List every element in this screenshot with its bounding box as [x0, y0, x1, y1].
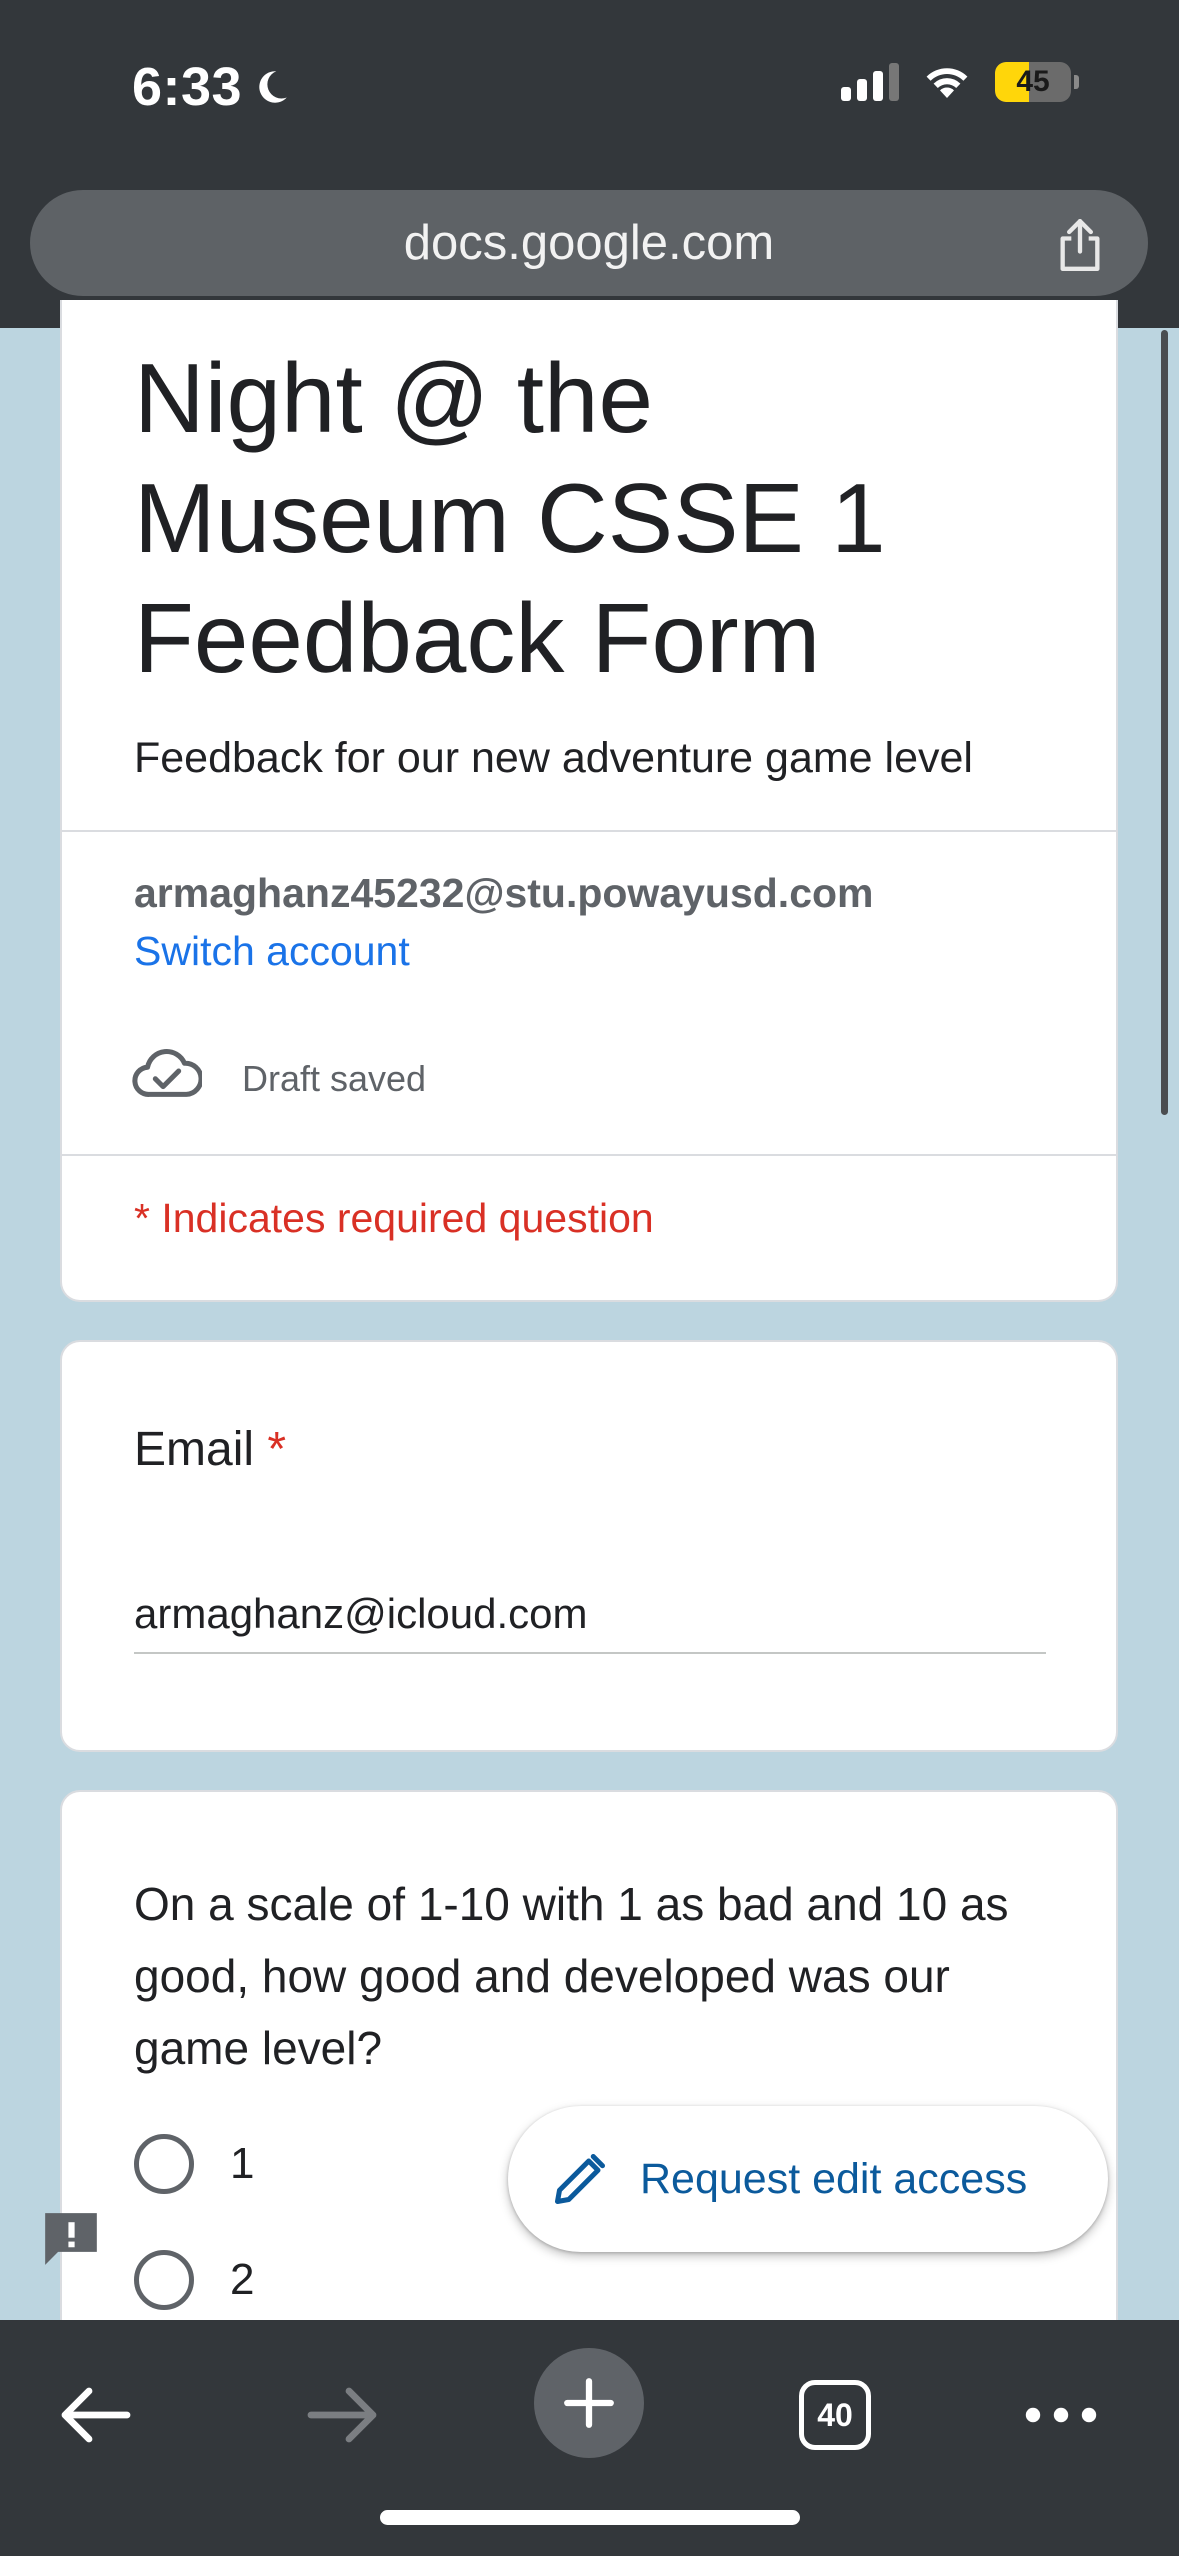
tab-count: 40 — [799, 2380, 871, 2450]
status-time: 6:33 — [132, 56, 292, 118]
radio-option-label: 2 — [230, 2255, 255, 2304]
divider — [62, 1154, 1116, 1156]
email-question-label: Email * — [134, 1422, 286, 1477]
browser-top-chrome: 6:33 45 docs.google.com — [0, 0, 1179, 328]
more-menu-button[interactable] — [1006, 2360, 1116, 2470]
form-description: Feedback for our new adventure game leve… — [134, 734, 973, 782]
form-header-card: Night @ the Museum CSSE 1 Feedback Form … — [60, 300, 1118, 1302]
back-arrow-icon — [61, 2387, 131, 2443]
page-scrollbar[interactable] — [1161, 330, 1168, 1115]
back-button[interactable] — [40, 2360, 150, 2470]
wifi-icon — [926, 68, 968, 98]
email-label-text: Email — [134, 1423, 255, 1476]
required-question-note: * Indicates required question — [134, 1195, 654, 1241]
email-field-underline — [134, 1652, 1046, 1654]
share-icon[interactable] — [1054, 216, 1106, 274]
home-indicator[interactable] — [380, 2510, 800, 2525]
status-time-text: 6:33 — [132, 57, 243, 117]
url-text[interactable]: docs.google.com — [30, 190, 1148, 296]
divider — [62, 830, 1116, 832]
new-tab-button[interactable] — [534, 2348, 644, 2458]
cloud-check-icon — [132, 1049, 202, 1097]
status-indicators: 45 — [841, 62, 1079, 102]
draft-status: Draft saved — [242, 1058, 427, 1099]
moon-icon — [259, 71, 287, 103]
battery-body: 45 — [995, 62, 1071, 102]
forward-button[interactable] — [288, 2360, 398, 2470]
forward-arrow-icon — [307, 2387, 377, 2443]
address-bar[interactable]: docs.google.com — [30, 190, 1148, 296]
request-edit-access-button[interactable]: Request edit access — [508, 2106, 1108, 2252]
switch-account-link[interactable]: Switch account — [134, 928, 410, 975]
radio-option-2[interactable]: 2 — [134, 2250, 254, 2310]
radio-option-1[interactable]: 1 — [134, 2134, 254, 2194]
request-edit-access-label: Request edit access — [640, 2154, 1028, 2203]
required-asterisk: * — [267, 1423, 287, 1476]
battery-indicator: 45 — [995, 62, 1079, 102]
radio-button[interactable] — [134, 2134, 194, 2194]
tab-switcher-button[interactable]: 40 — [780, 2360, 890, 2470]
battery-level: 45 — [1016, 65, 1050, 98]
more-dots-icon — [1025, 2407, 1097, 2423]
battery-cap — [1074, 75, 1079, 89]
report-feedback-icon[interactable] — [40, 2208, 102, 2270]
plus-icon — [564, 2378, 614, 2428]
email-field[interactable]: armaghanz@icloud.com — [134, 1590, 588, 1638]
account-email: armaghanz45232@stu.powayusd.com — [134, 870, 874, 916]
radio-option-label: 1 — [230, 2139, 255, 2188]
cellular-signal-icon — [841, 63, 899, 101]
pencil-icon — [555, 2154, 605, 2204]
scale-question-text: On a scale of 1-10 with 1 as bad and 10 … — [134, 1878, 1009, 2074]
form-title: Night @ the Museum CSSE 1 Feedback Form — [134, 343, 886, 693]
radio-button[interactable] — [134, 2250, 194, 2310]
email-question-card: Email * armaghanz@icloud.com — [60, 1340, 1118, 1752]
